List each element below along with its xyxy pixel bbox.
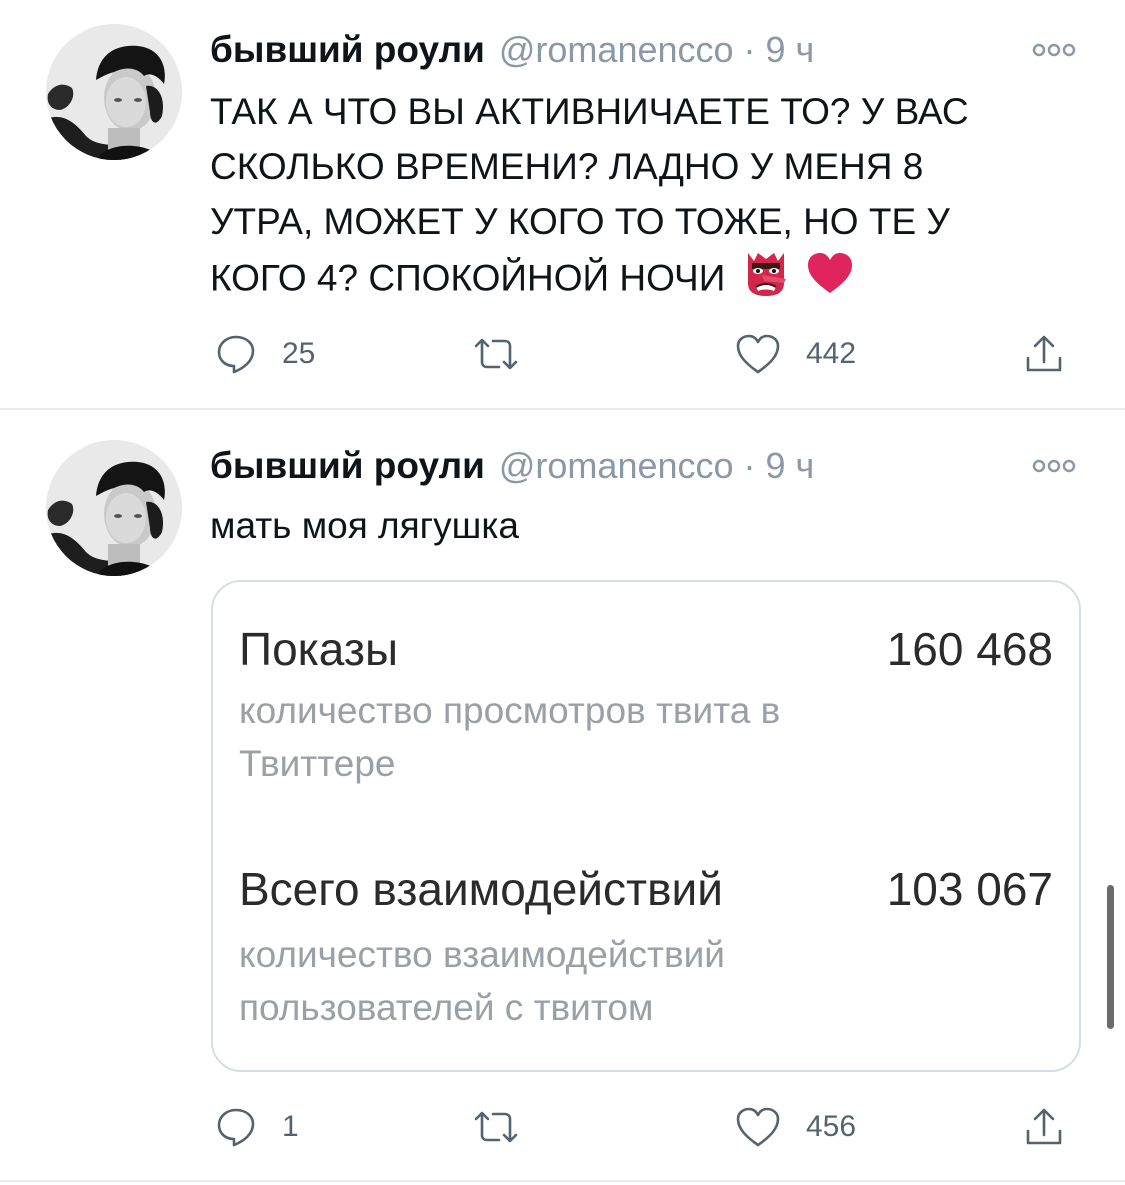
twitter-thread: бывший роули @romanencco · 9 ч ТАК А ЧТО… [0, 0, 1125, 1185]
metric-description-line: количество взаимодействий [239, 934, 725, 975]
heart-icon [736, 1107, 780, 1147]
handle[interactable]: @romanencco [499, 29, 734, 71]
more-icon[interactable] [1031, 40, 1077, 60]
retweet-button[interactable] [472, 1103, 544, 1151]
tweet-header: бывший роули @romanencco · 9 ч [210, 444, 814, 488]
scrollbar[interactable] [1107, 885, 1114, 1029]
red-heart-emoji-icon [806, 251, 854, 310]
metric-value-engagements: 103 067 [886, 863, 1053, 915]
metric-title-impressions: Показы [239, 623, 399, 675]
tweet-text: ТАК А ЧТО ВЫ АКТИВНИЧАЕТЕ ТО? У ВАС СКОЛ… [210, 84, 1090, 312]
share-icon [1026, 1108, 1062, 1145]
display-name[interactable]: бывший роули [210, 445, 485, 487]
tweet-text-line: ТАК А ЧТО ВЫ АКТИВНИЧАЕТЕ ТО? У ВАС [210, 91, 969, 132]
display-name[interactable]: бывший роули [210, 29, 485, 71]
retweet-icon [474, 1111, 518, 1143]
media-image-card[interactable]: Показы 160 468 количество просмотров тви… [211, 580, 1081, 1072]
metric-description-line: количество просмотров твита в [239, 690, 781, 731]
retweet-button[interactable] [472, 330, 544, 378]
tweet-text: мать моя лягушка [210, 505, 519, 546]
handle[interactable]: @romanencco [499, 445, 734, 487]
tweet[interactable]: бывший роули @romanencco · 9 ч ТАК А ЧТО… [0, 0, 1125, 410]
metric-description-impressions: количество просмотров твита в Твиттере [239, 684, 979, 790]
tweet[interactable]: бывший роули @romanencco · 9 ч мать моя … [0, 410, 1125, 1182]
metric-title-engagements: Всего взаимодействий [239, 863, 723, 915]
timestamp[interactable]: 9 ч [766, 445, 815, 487]
reply-icon [217, 335, 255, 374]
tweet-actions: 25 442 [210, 330, 1080, 378]
tweet-text-line: СКОЛЬКО ВРЕМЕНИ? ЛАДНО У МЕНЯ 8 [210, 146, 924, 187]
reply-button[interactable]: 1 [214, 1103, 299, 1151]
share-icon [1026, 335, 1062, 372]
tweet-text-line: УТРА, МОЖЕТ У КОГО ТО ТОЖЕ, НО ТЕ У [210, 201, 950, 242]
tweet-divider [0, 1180, 1125, 1182]
metric-value-impressions: 160 468 [886, 623, 1053, 675]
reply-count: 25 [282, 337, 316, 370]
retweet-icon [474, 338, 518, 370]
like-button[interactable]: 456 [734, 1103, 856, 1151]
tweet-text-line: КОГО 4? СПОКОЙНОЙ НОЧИ [210, 257, 726, 299]
like-count: 456 [806, 1110, 857, 1143]
tweet-text-line-with-emoji: КОГО 4? СПОКОЙНОЙ НОЧИ [210, 249, 1090, 312]
separator-dot: · [743, 29, 756, 70]
metric-description-line: Твиттере [239, 743, 396, 784]
metric-description-engagements: количество взаимодействий пользователей … [239, 928, 979, 1034]
reply-icon [217, 1108, 255, 1147]
tweet-header: бывший роули @romanencco · 9 ч [210, 28, 814, 72]
timestamp[interactable]: 9 ч [766, 29, 815, 71]
heart-icon [736, 334, 780, 374]
reply-count: 1 [282, 1110, 299, 1143]
metric-description-line: пользователей с твитом [239, 987, 654, 1028]
separator-dot: · [743, 445, 756, 486]
more-icon[interactable] [1031, 456, 1077, 476]
share-button[interactable] [1022, 330, 1066, 378]
like-button[interactable]: 442 [734, 330, 856, 378]
avatar[interactable] [46, 440, 182, 576]
tweet-actions: 1 456 [210, 1103, 1080, 1151]
reply-button[interactable]: 25 [214, 330, 315, 378]
share-button[interactable] [1022, 1103, 1066, 1151]
goblin-mask-emoji-icon [744, 249, 788, 312]
like-count: 442 [806, 337, 857, 370]
avatar[interactable] [46, 24, 182, 160]
